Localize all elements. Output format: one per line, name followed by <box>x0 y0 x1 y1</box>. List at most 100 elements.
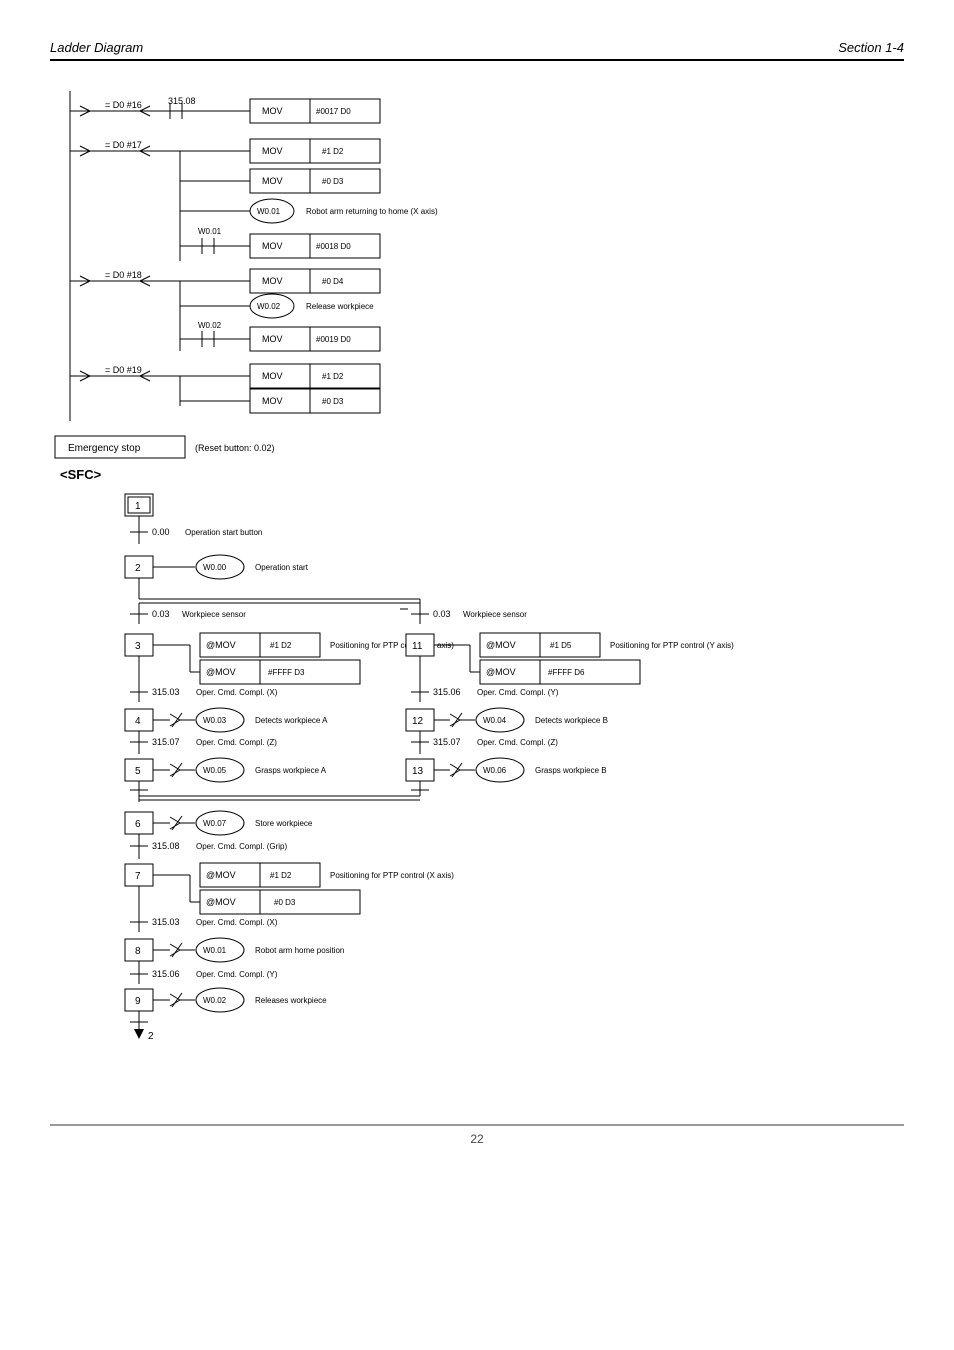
svg-text:8: 8 <box>135 946 141 957</box>
svg-text:#0 D3: #0 D3 <box>274 898 296 907</box>
svg-text:0.03: 0.03 <box>433 609 451 619</box>
svg-text:2: 2 <box>135 563 141 574</box>
svg-text:Detects workpiece A: Detects workpiece A <box>255 716 328 725</box>
svg-text:MOV: MOV <box>262 276 283 286</box>
svg-text:Oper. Cmd. Compl. (Grip): Oper. Cmd. Compl. (Grip) <box>196 842 287 851</box>
svg-text:Robot arm returning to home (X: Robot arm returning to home (X axis) <box>306 207 438 216</box>
svg-text:MOV: MOV <box>262 176 283 186</box>
svg-text:13: 13 <box>412 766 424 777</box>
svg-text:MOV: MOV <box>262 146 283 156</box>
svg-text:315.06: 315.06 <box>152 969 180 979</box>
svg-text:W0.02: W0.02 <box>198 321 222 330</box>
sfc-title: <SFC> <box>60 467 904 482</box>
svg-text:#1 D2: #1 D2 <box>322 372 344 381</box>
svg-text:0.03: 0.03 <box>152 609 170 619</box>
rung-4: = D0 #19 MOV #1 D2 MOV #0 D3 <box>70 364 380 413</box>
svg-text:Oper. Cmd. Compl. (X): Oper. Cmd. Compl. (X) <box>196 688 278 697</box>
svg-text:Release workpiece: Release workpiece <box>306 302 374 311</box>
svg-text:#0017 D0: #0017 D0 <box>316 107 351 116</box>
svg-text:#FFFF D3: #FFFF D3 <box>268 668 305 677</box>
svg-text:W0.01: W0.01 <box>198 227 222 236</box>
svg-text:315.06: 315.06 <box>433 687 461 697</box>
ladder-diagram: = D0 #16 315.08 MOV#0017 D0 = D0 #17 MOV… <box>50 81 470 461</box>
svg-text:#0019 D0: #0019 D0 <box>316 335 351 344</box>
svg-text:Workpiece sensor: Workpiece sensor <box>463 610 527 619</box>
svg-text:@MOV: @MOV <box>486 640 516 650</box>
svg-text:Store workpiece: Store workpiece <box>255 819 313 828</box>
svg-text:Operation start button: Operation start button <box>185 528 262 537</box>
svg-text:MOV: MOV <box>262 106 283 116</box>
svg-text:315.08: 315.08 <box>152 841 180 851</box>
svg-text:Emergency stop: Emergency stop <box>68 443 141 454</box>
svg-text:#FFFF D6: #FFFF D6 <box>548 668 585 677</box>
svg-text:Oper. Cmd. Compl. (Y): Oper. Cmd. Compl. (Y) <box>477 688 559 697</box>
svg-text:315.03: 315.03 <box>152 687 180 697</box>
header-left: Ladder Diagram <box>50 40 143 55</box>
svg-text:= D0 #19: = D0 #19 <box>105 365 142 375</box>
svg-text:MOV: MOV <box>262 334 283 344</box>
rung-3: = D0 #18 MOV #0 D4 W0.02 Release workpie… <box>70 269 380 351</box>
svg-text:W0.05: W0.05 <box>203 766 227 775</box>
header-right: Section 1-4 <box>838 40 904 55</box>
svg-text:11: 11 <box>412 641 423 652</box>
svg-text:W0.07: W0.07 <box>203 819 227 828</box>
svg-text:3: 3 <box>135 641 141 652</box>
svg-text:@MOV: @MOV <box>206 897 236 907</box>
svg-text:W0.02: W0.02 <box>257 302 281 311</box>
svg-text:Workpiece sensor: Workpiece sensor <box>182 610 246 619</box>
svg-text:Grasps workpiece A: Grasps workpiece A <box>255 766 327 775</box>
svg-text:Robot arm home position: Robot arm home position <box>255 946 344 955</box>
svg-text:#0 D3: #0 D3 <box>322 397 344 406</box>
rung-1: = D0 #16 315.08 MOV#0017 D0 <box>70 96 380 123</box>
svg-text:MOV: MOV <box>262 371 283 381</box>
svg-text:(Reset button: 0.02): (Reset button: 0.02) <box>195 443 275 453</box>
svg-text:#0018 D0: #0018 D0 <box>316 242 351 251</box>
svg-text:6: 6 <box>135 819 141 830</box>
sfc-diagram: 1 0.00 Operation start button 2 W0.00 Ope… <box>50 484 750 1044</box>
svg-text:W0.02: W0.02 <box>203 996 227 1005</box>
svg-text:W0.01: W0.01 <box>203 946 227 955</box>
svg-text:#0 D3: #0 D3 <box>322 177 344 186</box>
svg-text:@MOV: @MOV <box>206 870 236 880</box>
svg-text:5: 5 <box>135 766 141 777</box>
svg-text:0.00: 0.00 <box>152 527 170 537</box>
svg-text:#1 D2: #1 D2 <box>270 641 292 650</box>
svg-text:Detects workpiece B: Detects workpiece B <box>535 716 608 725</box>
svg-text:Oper. Cmd. Compl. (Z): Oper. Cmd. Compl. (Z) <box>477 738 558 747</box>
svg-text:= D0 #17: = D0 #17 <box>105 140 142 150</box>
svg-text:W0.03: W0.03 <box>203 716 227 725</box>
svg-text:Grasps workpiece B: Grasps workpiece B <box>535 766 607 775</box>
rung-2: = D0 #17 MOV #1 D2 MOV #0 D3 W0.01 Robot… <box>70 139 438 261</box>
svg-text:Operation start: Operation start <box>255 563 309 572</box>
svg-text:@MOV: @MOV <box>486 667 516 677</box>
svg-text:MOV: MOV <box>262 396 283 406</box>
svg-text:@MOV: @MOV <box>206 667 236 677</box>
svg-text:Oper. Cmd. Compl. (Y): Oper. Cmd. Compl. (Y) <box>196 970 278 979</box>
svg-text:= D0 #18: = D0 #18 <box>105 270 142 280</box>
svg-text:MOV: MOV <box>262 241 283 251</box>
svg-text:Releases workpiece: Releases workpiece <box>255 996 327 1005</box>
svg-text:Positioning for PTP control (X: Positioning for PTP control (X axis) <box>330 871 454 880</box>
svg-text:315.07: 315.07 <box>433 737 461 747</box>
svg-text:4: 4 <box>135 716 141 727</box>
svg-text:1: 1 <box>135 501 141 512</box>
svg-text:@MOV: @MOV <box>206 640 236 650</box>
svg-text:#1 D2: #1 D2 <box>270 871 292 880</box>
svg-text:Positioning for PTP control (Y: Positioning for PTP control (Y axis) <box>610 641 734 650</box>
svg-text:W0.00: W0.00 <box>203 563 227 572</box>
mov-box-1: MOV #0017 D0 <box>250 99 380 123</box>
svg-text:Oper. Cmd. Compl. (Z): Oper. Cmd. Compl. (Z) <box>196 738 277 747</box>
svg-text:#1 D2: #1 D2 <box>322 147 344 156</box>
svg-text:9: 9 <box>135 996 141 1007</box>
svg-text:#0 D4: #0 D4 <box>322 277 344 286</box>
svg-text:W0.06: W0.06 <box>483 766 507 775</box>
svg-text:2: 2 <box>148 1031 154 1042</box>
svg-text:315.07: 315.07 <box>152 737 180 747</box>
svg-text:315.03: 315.03 <box>152 917 180 927</box>
svg-text:W0.01: W0.01 <box>257 207 281 216</box>
svg-text:Oper. Cmd. Compl. (X): Oper. Cmd. Compl. (X) <box>196 918 278 927</box>
svg-text:#1 D5: #1 D5 <box>550 641 572 650</box>
compare-1: = D0 #16 <box>105 100 142 110</box>
svg-text:12: 12 <box>412 716 424 727</box>
svg-text:7: 7 <box>135 871 141 882</box>
